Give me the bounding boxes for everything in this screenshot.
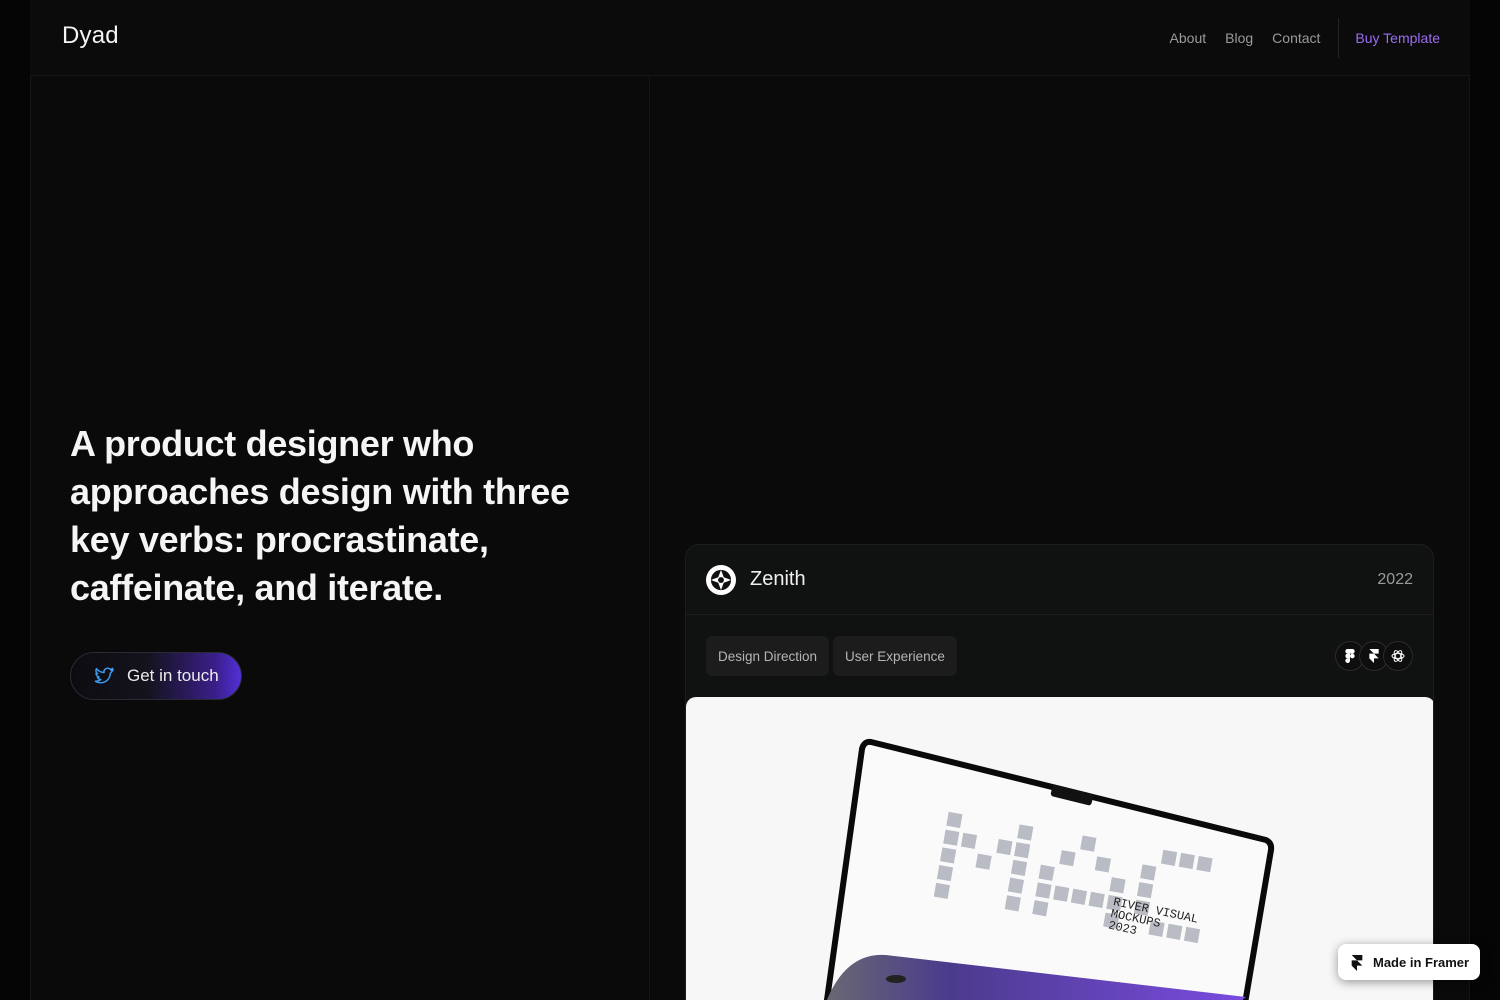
nav-divider xyxy=(1338,18,1340,58)
tool-icons xyxy=(1335,641,1413,671)
openai-icon xyxy=(1383,641,1413,671)
project-card-header: Zenith 2022 xyxy=(686,545,1433,615)
get-in-touch-button[interactable]: Get in touch xyxy=(70,652,242,700)
project-year: 2022 xyxy=(1377,570,1413,588)
tag-user-experience: User Experience xyxy=(833,636,957,676)
top-nav: Dyad About Blog Contact Buy Template xyxy=(30,0,1470,76)
laptop-mockup-illustration: RIVER VISUAL MOCKUPS 2023 xyxy=(823,738,1275,1000)
twitter-bird-icon xyxy=(93,665,115,687)
column-divider xyxy=(649,76,650,1000)
made-in-framer-label: Made in Framer xyxy=(1373,954,1470,970)
project-tags-row: Design Direction User Experience xyxy=(686,615,1433,697)
nav-link-contact[interactable]: Contact xyxy=(1272,30,1320,46)
buy-template-link[interactable]: Buy Template xyxy=(1355,30,1440,46)
nav-links: About Blog Contact Buy Template xyxy=(1151,18,1440,58)
tag-design-direction: Design Direction xyxy=(706,636,830,676)
project-card[interactable]: Zenith 2022 Design Direction User Experi… xyxy=(685,544,1434,1000)
framer-icon xyxy=(1351,955,1365,971)
hero-headline: A product designer who approaches design… xyxy=(70,423,570,608)
nav-link-blog[interactable]: Blog xyxy=(1225,30,1253,46)
nav-link-about[interactable]: About xyxy=(1170,30,1207,46)
project-title: Zenith xyxy=(750,568,806,590)
get-in-touch-label: Get in touch xyxy=(127,666,219,685)
made-in-framer-badge[interactable]: Made in Framer xyxy=(1338,944,1480,980)
zenith-logo-icon xyxy=(706,564,736,595)
site-logo[interactable]: Dyad xyxy=(62,22,119,50)
project-preview-image[interactable]: RIVER VISUAL MOCKUPS 2023 xyxy=(686,697,1433,1000)
